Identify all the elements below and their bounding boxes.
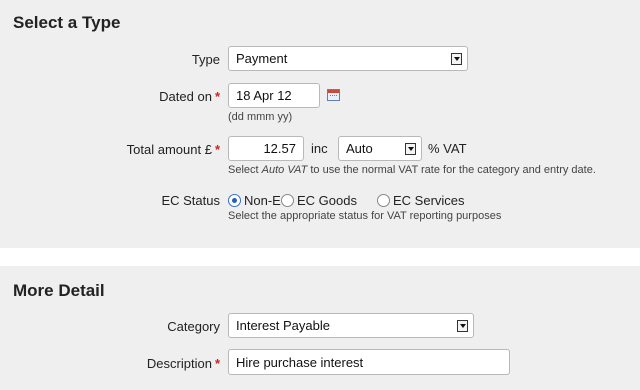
chevron-down-icon — [405, 142, 416, 155]
total-amount-input[interactable]: 12.57 — [228, 136, 304, 161]
chevron-down-icon — [451, 52, 462, 65]
vat-hint: Select Auto VAT to use the normal VAT ra… — [228, 164, 596, 176]
section-heading-select-type: Select a Type — [13, 13, 121, 32]
dated-on-label: Dated on * — [159, 89, 220, 104]
description-label: Description * — [146, 356, 220, 371]
description-value: Hire purchase interest — [236, 354, 364, 370]
chevron-down-icon — [457, 319, 468, 332]
required-marker: * — [214, 89, 220, 104]
type-select-value: Payment — [236, 51, 288, 66]
ec-status-hint: Select the appropriate status for VAT re… — [228, 210, 502, 222]
category-select[interactable]: Interest Payable — [228, 313, 474, 338]
calendar-icon[interactable] — [327, 89, 340, 101]
required-marker: * — [214, 142, 220, 157]
radio-ec-goods-label[interactable]: EC Goods — [297, 193, 357, 208]
inc-text: inc — [311, 141, 328, 156]
type-select[interactable]: Payment — [228, 46, 468, 71]
type-label: Type — [191, 52, 220, 67]
radio-ec-services-label[interactable]: EC Services — [393, 193, 465, 208]
radio-non-ec[interactable] — [228, 194, 241, 207]
description-input[interactable]: Hire purchase interest — [228, 349, 510, 375]
category-label: Category — [167, 319, 220, 334]
more-detail-panel: More Detail Category Interest Payable De… — [0, 266, 640, 390]
ec-status-label: EC Status — [161, 193, 220, 208]
dated-on-input[interactable]: 18 Apr 12 — [228, 83, 320, 108]
radio-ec-services[interactable] — [377, 194, 390, 207]
dated-on-value: 18 Apr 12 — [236, 88, 292, 103]
required-marker: * — [214, 356, 220, 371]
vat-select[interactable]: Auto — [338, 136, 422, 161]
radio-ec-goods[interactable] — [281, 194, 294, 207]
select-type-panel: Select a Type Type Payment Dated on * 18 … — [0, 0, 640, 248]
date-format-hint: (dd mmm yy) — [228, 111, 293, 123]
section-heading-more-detail: More Detail — [13, 281, 105, 300]
category-select-value: Interest Payable — [236, 318, 330, 333]
total-amount-value: 12.57 — [263, 141, 296, 156]
total-amount-label: Total amount £ * — [126, 142, 220, 157]
vat-select-value: Auto — [346, 141, 373, 156]
vat-suffix: % VAT — [428, 141, 467, 156]
